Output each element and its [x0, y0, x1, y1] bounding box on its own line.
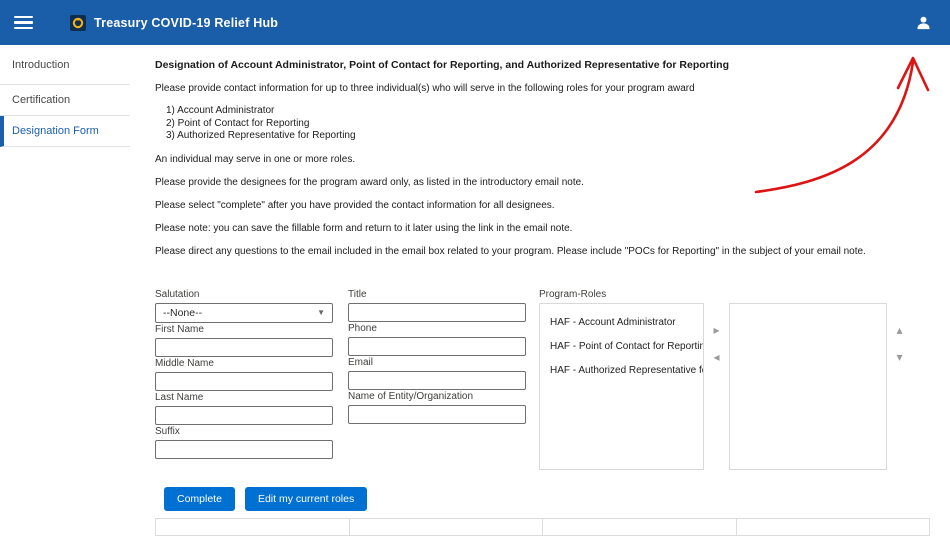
last-name-label: Last Name: [155, 392, 333, 403]
form-column-contact: Title Phone Email Name of Entity/Organiz…: [348, 289, 526, 470]
middle-name-field[interactable]: [155, 372, 333, 391]
sidebar: Introduction Certification Designation F…: [0, 45, 130, 532]
info-paragraph: Please direct any questions to the email…: [155, 245, 930, 258]
sidebar-item-designation-form[interactable]: Designation Form: [0, 116, 130, 147]
main-content: Designation of Account Administrator, Po…: [130, 45, 950, 532]
move-up-icon[interactable]: ▴: [896, 325, 902, 336]
first-name-field[interactable]: [155, 338, 333, 357]
info-paragraph: Please note: you can save the fillable f…: [155, 222, 930, 235]
available-roles-listbox[interactable]: HAF - Account Administrator HAF - Point …: [539, 303, 704, 470]
last-name-field[interactable]: [155, 406, 333, 425]
edit-current-roles-button[interactable]: Edit my current roles: [245, 487, 367, 511]
email-field[interactable]: [348, 371, 526, 390]
role-option[interactable]: HAF - Point of Contact for Reporting: [540, 333, 703, 357]
suffix-label: Suffix: [155, 426, 333, 437]
designation-form: Salutation --None-- ▼ First Name Middle …: [155, 289, 930, 470]
program-roles-section: Program-Roles HAF - Account Administrato…: [539, 289, 912, 470]
phone-field[interactable]: [348, 337, 526, 356]
move-down-icon[interactable]: ▾: [896, 352, 902, 363]
role-option[interactable]: HAF - Authorized Representative fo...: [540, 357, 703, 381]
user-profile-icon[interactable]: [915, 14, 936, 31]
salutation-selected-value: --None--: [163, 307, 202, 319]
phone-label: Phone: [348, 323, 526, 334]
program-roles-label: Program-Roles: [539, 289, 912, 300]
reorder-buttons: ▴ ▾: [887, 303, 912, 470]
treasury-logo-icon: [70, 15, 86, 31]
role-list-item: 2) Point of Contact for Reporting: [166, 118, 930, 131]
middle-name-label: Middle Name: [155, 358, 333, 369]
form-column-names: Salutation --None-- ▼ First Name Middle …: [155, 289, 333, 470]
table-cell: [350, 519, 544, 535]
form-actions: Complete Edit my current roles: [155, 487, 930, 511]
chevron-down-icon: ▼: [317, 308, 325, 317]
app-title: Treasury COVID-19 Relief Hub: [94, 16, 278, 30]
role-list-item: 1) Account Administrator: [166, 105, 930, 118]
info-paragraph: Please select "complete" after you have …: [155, 199, 930, 212]
move-right-icon[interactable]: ▸: [713, 325, 719, 336]
sidebar-item-certification[interactable]: Certification: [0, 85, 130, 116]
role-list-item: 3) Authorized Representative for Reporti…: [166, 130, 930, 143]
move-buttons: ▸ ◂: [704, 303, 729, 470]
table-cell: [156, 519, 350, 535]
info-paragraph: An individual may serve in one or more r…: [155, 153, 930, 166]
cutoff-table: [155, 518, 930, 536]
suffix-field[interactable]: [155, 440, 333, 459]
entity-name-field[interactable]: [348, 405, 526, 424]
role-option[interactable]: HAF - Account Administrator: [540, 309, 703, 333]
page-title: Designation of Account Administrator, Po…: [155, 59, 930, 71]
sidebar-item-label: Designation Form: [12, 125, 99, 137]
brand: Treasury COVID-19 Relief Hub: [70, 15, 278, 31]
sidebar-item-label: Introduction: [12, 59, 69, 71]
entity-name-label: Name of Entity/Organization: [348, 391, 526, 402]
intro-text: Please provide contact information for u…: [155, 82, 930, 95]
title-field[interactable]: [348, 303, 526, 322]
title-label: Title: [348, 289, 526, 300]
selected-roles-listbox[interactable]: [729, 303, 887, 470]
sidebar-item-introduction[interactable]: Introduction: [0, 45, 130, 85]
salutation-label: Salutation: [155, 289, 333, 300]
email-label: Email: [348, 357, 526, 368]
sidebar-item-label: Certification: [12, 94, 70, 106]
info-paragraph: Please provide the designees for the pro…: [155, 176, 930, 189]
first-name-label: First Name: [155, 324, 333, 335]
salutation-select[interactable]: --None-- ▼: [155, 303, 333, 323]
top-header: Treasury COVID-19 Relief Hub: [0, 0, 950, 45]
table-cell: [543, 519, 737, 535]
move-left-icon[interactable]: ◂: [713, 352, 719, 363]
hamburger-menu-icon[interactable]: [14, 16, 33, 30]
table-cell: [737, 519, 930, 535]
roles-numbered-list: 1) Account Administrator 2) Point of Con…: [166, 105, 930, 143]
complete-button[interactable]: Complete: [164, 487, 235, 511]
